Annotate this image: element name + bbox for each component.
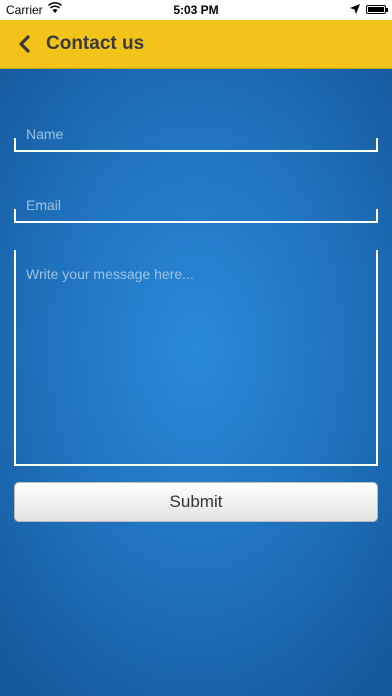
email-input[interactable]: Email bbox=[14, 195, 378, 223]
email-placeholder: Email bbox=[26, 197, 62, 213]
location-arrow-icon bbox=[350, 3, 360, 17]
message-textarea[interactable]: Write your message here... bbox=[14, 250, 378, 466]
submit-button[interactable]: Submit bbox=[14, 482, 378, 522]
back-chevron-icon[interactable] bbox=[16, 34, 36, 54]
navigation-bar: Contact us bbox=[0, 20, 392, 69]
status-time: 5:03 PM bbox=[173, 3, 219, 17]
page-title: Contact us bbox=[46, 33, 145, 54]
battery-icon bbox=[366, 5, 388, 14]
name-placeholder: Name bbox=[26, 126, 64, 142]
status-bar: Carrier 5:03 PM bbox=[0, 0, 392, 20]
message-placeholder: Write your message here... bbox=[26, 266, 194, 282]
name-input[interactable]: Name bbox=[14, 124, 378, 152]
